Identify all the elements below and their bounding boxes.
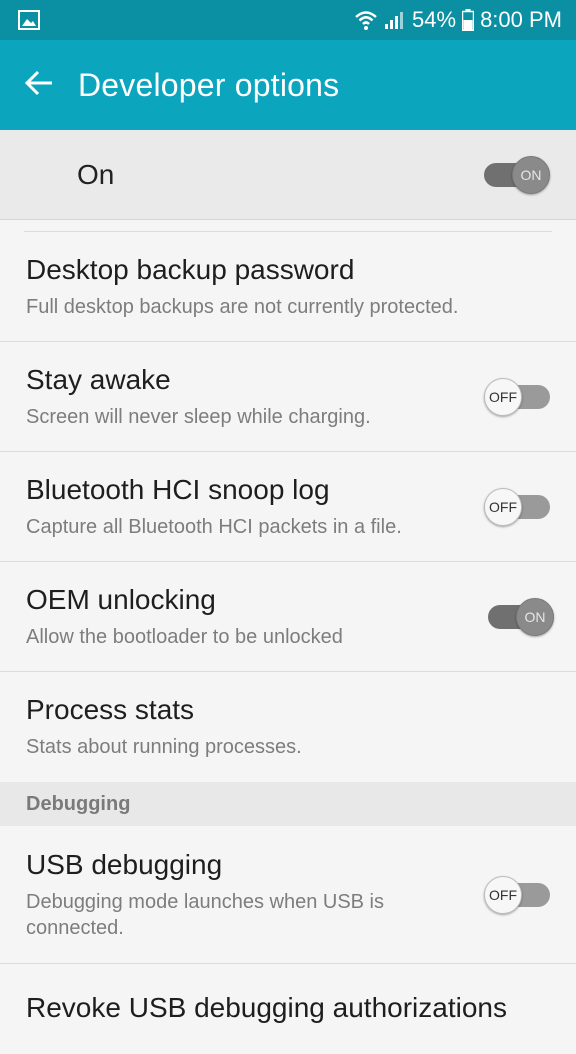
setting-subtitle: Allow the bootloader to be unlocked bbox=[26, 625, 343, 648]
setting-subtitle: Debugging mode launches when USB is conn… bbox=[26, 890, 384, 939]
status-bar: 54% 8:00 PM bbox=[0, 0, 576, 40]
setting-title: OEM unlocking bbox=[26, 583, 216, 615]
toggle-knob: OFF bbox=[484, 487, 522, 526]
oem-unlocking-toggle[interactable]: ON bbox=[488, 597, 554, 636]
setting-subtitle: Stats about running processes. bbox=[26, 736, 302, 758]
setting-title: USB debugging bbox=[26, 848, 223, 880]
signal-icon bbox=[384, 10, 406, 30]
setting-subtitle: Capture all Bluetooth HCI packets in a f… bbox=[26, 515, 402, 538]
section-header-debugging: Debugging bbox=[0, 782, 576, 826]
setting-title: Revoke USB debugging authorizations bbox=[26, 992, 507, 1023]
setting-title: Desktop backup password bbox=[26, 253, 355, 285]
battery-percent: 54% bbox=[412, 7, 457, 32]
toggle-knob: OFF bbox=[484, 377, 522, 416]
setting-process-stats[interactable]: Process stats Stats about running proces… bbox=[0, 672, 576, 782]
wifi-icon bbox=[354, 9, 378, 31]
toggle-knob: OFF bbox=[484, 875, 522, 914]
master-toggle[interactable]: ON bbox=[484, 155, 550, 194]
gallery-icon bbox=[18, 10, 40, 30]
setting-usb-debugging[interactable]: USB debugging Debugging mode launches wh… bbox=[0, 826, 576, 964]
bluetooth-hci-toggle[interactable]: OFF bbox=[484, 487, 550, 526]
developer-options-master-row[interactable]: On ON bbox=[0, 130, 576, 220]
toggle-knob: ON bbox=[512, 155, 550, 194]
setting-title: Process stats bbox=[26, 694, 195, 725]
battery-icon bbox=[462, 9, 475, 31]
back-button[interactable] bbox=[4, 40, 74, 130]
setting-subtitle: Full desktop backups are not currently p… bbox=[26, 295, 459, 318]
stay-awake-toggle[interactable]: OFF bbox=[484, 377, 550, 416]
toggle-knob: ON bbox=[516, 597, 554, 636]
setting-revoke-usb-debugging[interactable]: Revoke USB debugging authorizations bbox=[0, 964, 576, 1054]
setting-stay-awake[interactable]: Stay awake Screen will never sleep while… bbox=[0, 342, 576, 452]
setting-bluetooth-hci-snoop-log[interactable]: Bluetooth HCI snoop log Capture all Blue… bbox=[0, 452, 576, 562]
setting-subtitle: Screen will never sleep while charging. bbox=[26, 405, 371, 428]
back-arrow-icon bbox=[24, 70, 54, 101]
setting-oem-unlocking[interactable]: OEM unlocking Allow the bootloader to be… bbox=[0, 562, 576, 672]
clock: 8:00 PM bbox=[480, 7, 562, 32]
setting-title: Bluetooth HCI snoop log bbox=[26, 473, 330, 505]
setting-title: Stay awake bbox=[26, 363, 171, 395]
page-title: Developer options bbox=[78, 66, 340, 103]
usb-debugging-toggle[interactable]: OFF bbox=[484, 875, 550, 914]
app-bar: Developer options bbox=[0, 40, 576, 130]
setting-desktop-backup-password[interactable]: Desktop backup password Full desktop bac… bbox=[0, 232, 576, 342]
settings-list: Desktop backup password Full desktop bac… bbox=[0, 220, 576, 1054]
master-switch-label: On bbox=[77, 158, 115, 190]
divider bbox=[24, 220, 552, 232]
